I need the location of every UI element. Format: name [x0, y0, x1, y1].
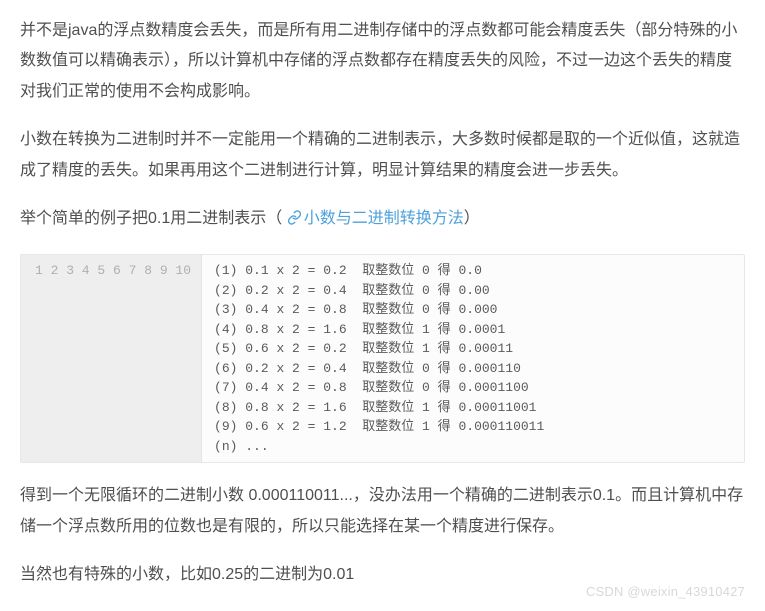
link-text: 小数与二进制转换方法	[304, 210, 464, 227]
paragraph-1: 并不是java的浮点数精度会丢失，而是所有用二进制存储中的浮点数都可能会精度丢失…	[20, 16, 745, 107]
paragraph-3-suffix: ）	[464, 210, 480, 227]
paragraph-3-prefix: 举个简单的例子把0.1用二进制表示（	[20, 210, 282, 227]
paragraph-3: 举个简单的例子把0.1用二进制表示（ 小数与二进制转换方法）	[20, 204, 745, 236]
code-lines: (1) 0.1 x 2 = 0.2 取整数位 0 得 0.0 (2) 0.2 x…	[202, 255, 744, 462]
link-icon	[287, 206, 302, 236]
paragraph-2: 小数在转换为二进制时并不一定能用一个精确的二进制表示，大多数时候都是取的一个近似…	[20, 125, 745, 186]
code-block: 1 2 3 4 5 6 7 8 9 10 (1) 0.1 x 2 = 0.2 取…	[20, 254, 745, 463]
watermark: CSDN @weixin_43910427	[586, 580, 745, 605]
paragraph-4: 得到一个无限循环的二进制小数 0.000110011...，没办法用一个精确的二…	[20, 481, 745, 542]
code-gutter: 1 2 3 4 5 6 7 8 9 10	[21, 255, 202, 462]
binary-conversion-link[interactable]: 小数与二进制转换方法	[287, 210, 464, 227]
